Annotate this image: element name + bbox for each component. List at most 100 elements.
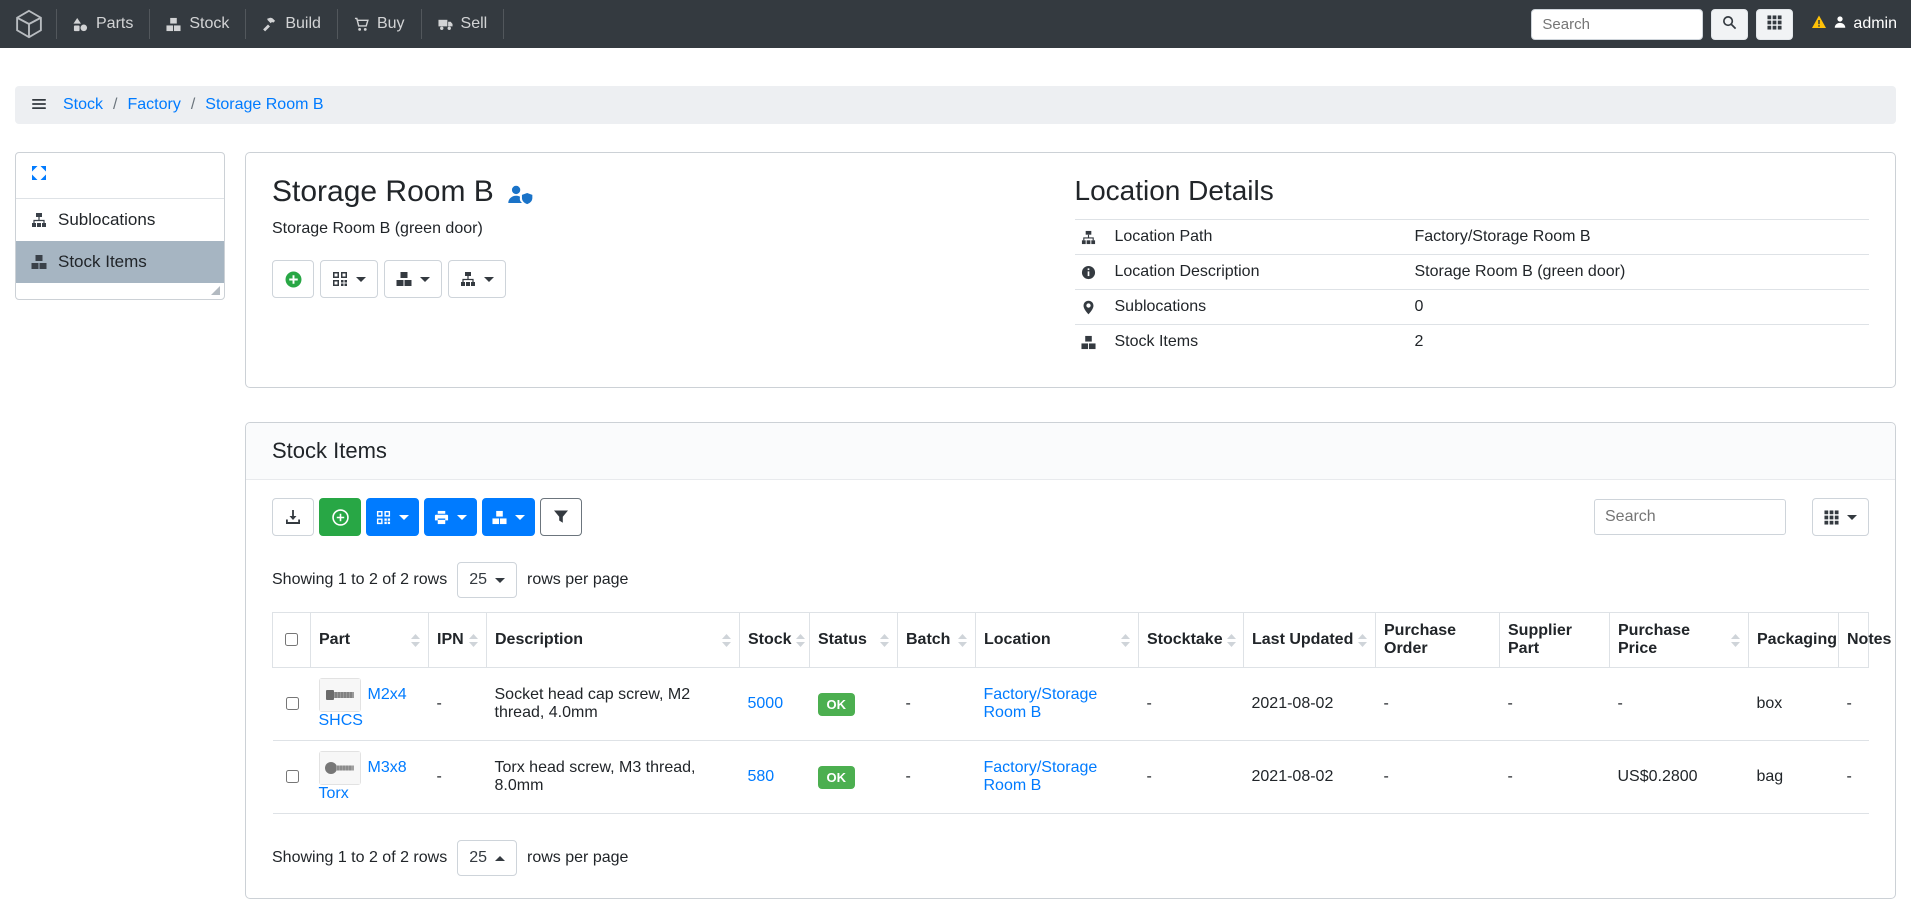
page-size-dropdown[interactable]: 25	[457, 840, 517, 876]
column-header-purchase-price[interactable]: Purchase Price	[1610, 613, 1749, 668]
location-link[interactable]: Factory/Storage Room B	[984, 759, 1098, 794]
new-stock-item-button[interactable]	[319, 498, 361, 536]
chevron-down-icon	[484, 277, 494, 282]
notes-cell: -	[1839, 741, 1869, 814]
breadcrumb-link-factory[interactable]: Factory	[127, 96, 180, 114]
sort-icon[interactable]	[1731, 634, 1740, 647]
location-details-table: Location Path Factory/Storage Room B Loc…	[1075, 219, 1870, 359]
barcode-actions-dropdown[interactable]	[320, 260, 378, 298]
description-cell: Socket head cap screw, M2 thread, 4.0mm	[487, 668, 740, 741]
sidebar: Sublocations Stock Items	[15, 152, 225, 300]
location-link[interactable]: Factory/Storage Room B	[984, 686, 1098, 721]
logo-icon	[14, 9, 44, 39]
column-header-last-updated[interactable]: Last Updated	[1244, 613, 1376, 668]
new-stock-item-button[interactable]	[272, 260, 314, 298]
top-navbar: Parts Stock Build Buy Sell admin	[0, 0, 1911, 48]
column-header-description[interactable]: Description	[487, 613, 740, 668]
filter-button[interactable]	[540, 498, 582, 536]
breadcrumb-link-storage-room-b[interactable]: Storage Room B	[205, 96, 323, 114]
column-header-batch[interactable]: Batch	[898, 613, 976, 668]
column-header-supplier-part[interactable]: Supplier Part	[1500, 613, 1610, 668]
sort-icon[interactable]	[1121, 634, 1130, 647]
column-header-notes[interactable]: Notes	[1839, 613, 1869, 668]
stock-actions-dropdown[interactable]	[482, 498, 535, 536]
breadcrumb-link-stock[interactable]: Stock	[63, 96, 103, 114]
sidebar-resize-handle[interactable]	[211, 286, 220, 295]
navbar-user-menu[interactable]: admin	[1811, 14, 1897, 35]
stock-cell: 580	[740, 741, 810, 814]
page-size-value: 25	[469, 571, 487, 589]
content-column: Storage Room B Storage Room B (green doo…	[245, 152, 1896, 899]
boxes-icon	[166, 17, 181, 32]
column-header-stocktake[interactable]: Stocktake	[1139, 613, 1244, 668]
column-header-packaging[interactable]: Packaging	[1749, 613, 1839, 668]
part-thumbnail[interactable]	[319, 751, 361, 785]
breadcrumb-separator: /	[191, 96, 195, 114]
sidebar-toggle-button[interactable]	[25, 92, 53, 119]
stock-quantity-link[interactable]: 5000	[748, 695, 784, 712]
stock-quantity-link[interactable]: 580	[748, 768, 775, 785]
select-all-checkbox[interactable]	[285, 633, 298, 646]
column-header-ipn[interactable]: IPN	[429, 613, 487, 668]
breadcrumb: Stock / Factory / Storage Room B	[15, 86, 1896, 124]
printer-icon	[434, 510, 449, 525]
navbar-search-input[interactable]	[1531, 9, 1703, 40]
export-button[interactable]	[272, 498, 314, 536]
column-header-status[interactable]: Status	[810, 613, 898, 668]
user-shield-icon	[507, 184, 533, 205]
part-cell: M3x8 Torx	[311, 741, 429, 814]
sort-icon[interactable]	[1358, 634, 1367, 647]
column-header-purchase-order[interactable]: Purchase Order	[1376, 613, 1500, 668]
row-checkbox[interactable]	[286, 770, 299, 783]
download-icon	[285, 509, 301, 525]
rows-per-page-label: rows per page	[527, 571, 628, 589]
row-checkbox[interactable]	[286, 697, 299, 710]
stock-cell: 5000	[740, 668, 810, 741]
location-actions-dropdown[interactable]	[448, 260, 506, 298]
part-thumbnail[interactable]	[319, 678, 361, 712]
nav-item-parts[interactable]: Parts	[56, 9, 149, 39]
navbar-apps-button[interactable]	[1756, 9, 1793, 40]
sidebar-item-stock-items[interactable]: Stock Items	[16, 241, 224, 283]
sort-icon[interactable]	[722, 634, 731, 647]
column-header-stock[interactable]: Stock	[740, 613, 810, 668]
sort-icon[interactable]	[796, 634, 805, 647]
user-icon	[1833, 15, 1847, 34]
nav-item-build[interactable]: Build	[245, 9, 337, 39]
navbar-right: admin	[1531, 9, 1897, 40]
sidebar-item-sublocations[interactable]: Sublocations	[16, 199, 224, 241]
status-cell: OK	[810, 668, 898, 741]
nav-item-stock[interactable]: Stock	[149, 9, 245, 39]
main-area: Sublocations Stock Items Storage Room B …	[0, 152, 1911, 899]
sidebar-item-label: Sublocations	[58, 210, 155, 230]
table-search-input[interactable]	[1594, 499, 1786, 535]
sort-icon[interactable]	[1227, 634, 1236, 647]
navbar-search-button[interactable]	[1711, 9, 1748, 40]
sort-icon[interactable]	[411, 634, 420, 647]
detail-value: 0	[1409, 290, 1870, 325]
location-summary: Storage Room B Storage Room B (green doo…	[272, 175, 1071, 359]
nav-item-buy[interactable]: Buy	[337, 9, 421, 39]
page-size-dropdown[interactable]: 25	[457, 562, 517, 598]
sidebar-expand-button[interactable]	[16, 153, 224, 199]
sort-icon[interactable]	[880, 634, 889, 647]
qrcode-icon	[332, 271, 348, 287]
location-details: Location Details Location Path Factory/S…	[1071, 175, 1870, 359]
sort-icon[interactable]	[958, 634, 967, 647]
location-actions-toolbar	[272, 260, 1071, 298]
column-header-part[interactable]: Part	[311, 613, 429, 668]
chevron-down-icon	[515, 515, 525, 520]
columns-dropdown[interactable]	[1812, 498, 1869, 536]
map-marker-icon	[1081, 300, 1103, 315]
barcode-actions-dropdown[interactable]	[366, 498, 419, 536]
print-actions-dropdown[interactable]	[424, 498, 477, 536]
column-header-location[interactable]: Location	[976, 613, 1139, 668]
detail-row: Location Path Factory/Storage Room B	[1075, 220, 1870, 255]
sort-icon[interactable]	[469, 634, 478, 647]
nav-item-sell[interactable]: Sell	[421, 9, 505, 39]
inventree-logo[interactable]	[14, 9, 44, 39]
detail-value: 2	[1409, 325, 1870, 360]
stock-actions-dropdown[interactable]	[384, 260, 442, 298]
sitemap-icon	[460, 271, 476, 287]
rows-per-page-label: rows per page	[527, 849, 628, 867]
